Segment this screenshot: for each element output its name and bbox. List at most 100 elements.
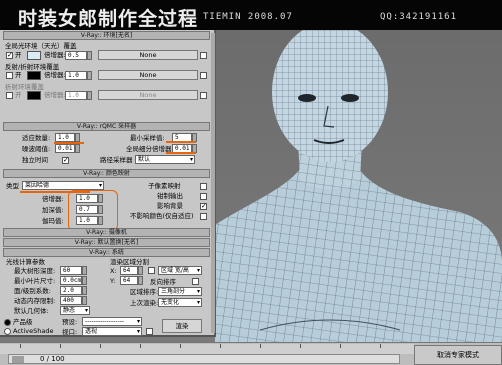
refl-map-checkbox[interactable] (200, 72, 207, 79)
burn-value-label: 加深值: (42, 206, 64, 214)
face-level-field[interactable]: 2.0 (60, 286, 82, 295)
refl-mult-label: 倍增器: (44, 71, 66, 79)
system-rollout-header[interactable]: V-Ray:: 系统 (3, 248, 210, 257)
max-tree-spinner[interactable] (82, 266, 87, 275)
time-track[interactable] (0, 344, 414, 354)
noise-threshold-label: 噪波阈值: (22, 145, 51, 153)
face-level-label: 面/级别系数: (14, 287, 51, 295)
noise-threshold-spinner[interactable] (75, 144, 80, 153)
color-mapping-rollout-header[interactable]: V-Ray:: 颜色映射 (3, 169, 210, 178)
region-lock-checkbox[interactable] (148, 267, 155, 274)
default-geo-label: 默认几何体: (14, 307, 49, 315)
refr-mult-spinner[interactable] (87, 91, 92, 100)
min-samples-label: 最小采样值: (130, 134, 165, 142)
no-affect-color-label: 不影响颜色(仅自适应) (130, 212, 194, 220)
dyn-mem-field[interactable]: 400 (60, 296, 82, 305)
render-button[interactable]: 渲染 (162, 319, 202, 333)
preset-label: 预设: (62, 318, 78, 326)
refl-mult-spinner[interactable] (87, 71, 92, 80)
refr-on-checkbox[interactable] (6, 92, 13, 99)
activeshade-label: ActiveShade (13, 327, 54, 335)
region-y-label: Y: (110, 277, 116, 285)
refr-on-label: 开 (15, 91, 22, 99)
gi-group-label: 全局光环境（天光）覆盖 (5, 42, 77, 50)
region-y-spinner[interactable] (138, 276, 143, 285)
gi-mult-field[interactable]: 0.5 (65, 51, 87, 60)
refr-map-button[interactable]: None (98, 90, 198, 100)
path-sampler-label: 路径采样器 (100, 156, 133, 164)
qmc-rollout-header[interactable]: V-Ray:: rQMC 采样器 (3, 122, 210, 131)
viewport-dropdown[interactable]: 透视 (82, 327, 142, 336)
region-x-field[interactable]: 64 (120, 266, 138, 275)
global-subdiv-highlight (166, 152, 196, 154)
region-sort-label: 区域排序: (130, 288, 159, 296)
gi-map-button[interactable]: None (98, 50, 198, 60)
raycast-group-label: 光线计算参数 (6, 258, 45, 266)
face-level-spinner[interactable] (82, 286, 87, 295)
refr-mult-field[interactable]: 1.0 (65, 91, 87, 100)
sub-pixel-checkbox[interactable] (200, 183, 207, 190)
camera-rollout-header[interactable]: V-Ray:: 摄像机 (3, 228, 210, 237)
production-radio[interactable] (4, 319, 11, 326)
last-render-label: 上次渲染: (130, 299, 159, 307)
refr-color-swatch[interactable] (27, 91, 41, 100)
dyn-mem-label: 动态内存限制: (14, 297, 56, 305)
reverse-order-checkbox[interactable] (192, 278, 199, 285)
viewport-label: 视口: (62, 328, 78, 336)
exit-expert-mode-button[interactable]: 取消专家模式 (414, 345, 502, 365)
default-geo-dropdown[interactable]: 静态 (60, 306, 90, 315)
clamp-output-label: 钳制输出 (157, 192, 183, 200)
lock-view-button[interactable] (146, 328, 153, 335)
displacement-rollout-header[interactable]: V-Ray:: 默认置换[无名] (3, 238, 210, 247)
gamma-label: 伽玛值: (42, 217, 64, 225)
last-render-dropdown[interactable]: 无变化 (158, 298, 202, 307)
timeline: 0 / 100 取消专家模式 (0, 342, 502, 365)
sub-pixel-label: 子像素映射 (148, 182, 181, 190)
color-params-highlight (68, 190, 118, 231)
refl-color-swatch[interactable] (27, 71, 41, 80)
max-tree-field[interactable]: 60 (60, 266, 82, 275)
time-slider-knob[interactable] (12, 356, 24, 363)
reverse-order-label: 反向排序 (150, 278, 176, 286)
refl-on-checkbox[interactable] (6, 72, 13, 79)
adaptive-spinner[interactable] (75, 133, 80, 142)
gi-on-checkbox[interactable]: ✓ (6, 51, 13, 59)
noise-threshold-field[interactable]: 0.01 (55, 144, 75, 153)
region-y-field[interactable]: 64 (120, 276, 138, 285)
region-mode-dropdown[interactable]: 区域 宽/高 (158, 266, 202, 275)
banner-qq: QQ:342191161 (380, 12, 458, 22)
refr-map-checkbox[interactable] (200, 92, 207, 99)
color-mult-label: 倍增器: (42, 195, 64, 203)
refl-map-button[interactable]: None (98, 70, 198, 80)
clamp-output-checkbox[interactable] (200, 193, 207, 200)
region-sort-dropdown[interactable]: 三角剖分 (158, 287, 202, 296)
preset-dropdown[interactable]: ------------------ (82, 317, 142, 326)
independent-time-checkbox[interactable]: ✓ (62, 156, 69, 164)
refl-mult-field[interactable]: 1.0 (65, 71, 87, 80)
min-leaf-label: 最小叶片尺寸: (14, 277, 56, 285)
activeshade-radio[interactable] (4, 328, 11, 335)
path-sampler-dropdown[interactable]: 默认 (135, 155, 195, 164)
banner: 时装女郎制作全过程 TIEMIN 2008.07 QQ:342191161 (0, 0, 502, 30)
gi-color-swatch[interactable] (27, 51, 41, 60)
type-dropdown[interactable]: 莱因哈德 (22, 181, 104, 190)
env-rollout-header[interactable]: V-Ray:: 环境[无名] (3, 31, 210, 40)
dyn-mem-spinner[interactable] (82, 296, 87, 305)
min-leaf-spinner[interactable] (82, 276, 87, 285)
gi-mult-spinner[interactable] (87, 51, 92, 60)
affect-bg-label: 影响背景 (157, 202, 183, 210)
refl-group-label: 反射/折射环境覆盖 (5, 63, 60, 71)
frame-counter: 0 / 100 (40, 355, 65, 363)
adaptive-label: 适应数量: (22, 134, 51, 142)
panel-scrollbar[interactable] (211, 33, 215, 333)
gi-map-checkbox[interactable] (200, 52, 207, 59)
render-settings-panel: V-Ray:: 环境[无名] 全局光环境（天光）覆盖 ✓ 开 倍增器: 0.5 … (0, 30, 216, 337)
adaptive-highlight (54, 142, 84, 144)
region-x-spinner[interactable] (138, 266, 143, 275)
min-leaf-field[interactable]: 0.0cm (60, 276, 82, 285)
time-slider[interactable] (8, 354, 400, 364)
no-affect-color-checkbox[interactable] (200, 213, 207, 220)
adaptive-field[interactable]: 1.0 (55, 133, 75, 142)
affect-bg-checkbox[interactable]: ✓ (200, 202, 207, 210)
refl-on-label: 开 (15, 71, 22, 79)
